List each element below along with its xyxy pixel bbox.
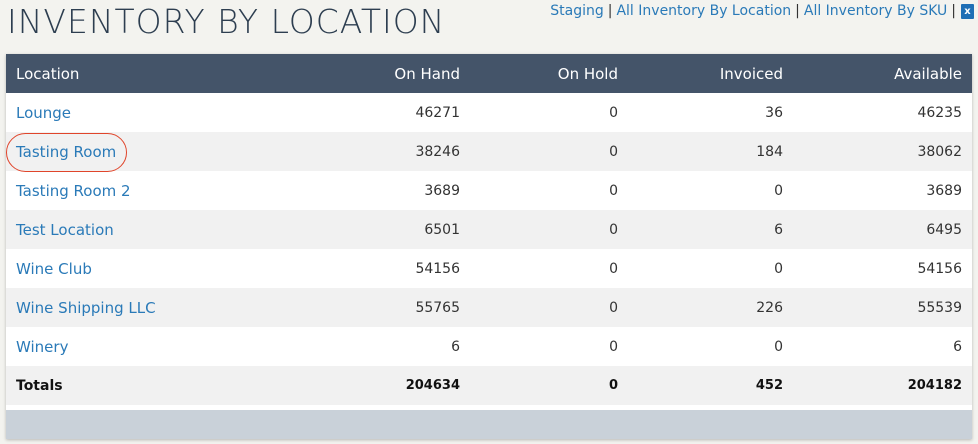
invoiced-cell: 6 bbox=[774, 221, 783, 238]
invoiced-cell: 226 bbox=[756, 299, 783, 316]
invoiced-cell: 184 bbox=[756, 143, 783, 160]
total-available: 204182 bbox=[907, 378, 962, 393]
link-separator: | bbox=[607, 3, 613, 19]
table-row: Tasting Room 2 3689 0 0 3689 bbox=[6, 171, 972, 210]
column-header-location[interactable]: Location bbox=[6, 54, 313, 93]
excel-export-icon[interactable]: x bbox=[961, 3, 974, 19]
on-hand-cell: 6501 bbox=[424, 221, 460, 238]
invoiced-cell: 36 bbox=[765, 104, 783, 121]
column-header-on-hold[interactable]: On Hold bbox=[470, 54, 628, 93]
inventory-table-panel: Location On Hand On Hold Invoiced Availa… bbox=[6, 54, 972, 439]
on-hold-cell: 0 bbox=[609, 143, 618, 160]
table-row: Winery 6 0 0 6 bbox=[6, 327, 972, 366]
top-links: Staging | All Inventory By Location | Al… bbox=[550, 1, 974, 21]
location-link-tasting-room[interactable]: Tasting Room bbox=[6, 132, 127, 172]
all-inventory-by-sku-link[interactable]: All Inventory By SKU bbox=[804, 1, 947, 21]
total-invoiced: 452 bbox=[755, 378, 783, 393]
available-cell: 6495 bbox=[926, 221, 962, 238]
table-row: Wine Club 54156 0 0 54156 bbox=[6, 249, 972, 288]
totals-row: Totals 204634 0 452 204182 bbox=[6, 366, 972, 405]
on-hand-cell: 6 bbox=[451, 338, 460, 355]
location-link-winery[interactable]: Winery bbox=[16, 338, 68, 356]
total-on-hand: 204634 bbox=[405, 378, 460, 393]
column-header-invoiced[interactable]: Invoiced bbox=[628, 54, 793, 93]
location-link-wine-shipping-llc[interactable]: Wine Shipping LLC bbox=[16, 299, 156, 317]
on-hold-cell: 0 bbox=[609, 221, 618, 238]
table-footer bbox=[6, 410, 972, 439]
available-cell: 38062 bbox=[917, 143, 962, 160]
available-cell: 55539 bbox=[917, 299, 962, 316]
available-cell: 54156 bbox=[917, 260, 962, 277]
total-on-hold: 0 bbox=[608, 378, 618, 393]
location-label: Tasting Room bbox=[16, 142, 117, 161]
table-header-row: Location On Hand On Hold Invoiced Availa… bbox=[6, 54, 972, 93]
link-separator: | bbox=[795, 3, 800, 19]
on-hand-cell: 38246 bbox=[415, 143, 460, 160]
available-cell: 46235 bbox=[917, 104, 962, 121]
on-hold-cell: 0 bbox=[609, 104, 618, 121]
table-row: Test Location 6501 0 6 6495 bbox=[6, 210, 972, 249]
totals-label: Totals bbox=[16, 377, 63, 394]
table-row: Wine Shipping LLC 55765 0 226 55539 bbox=[6, 288, 972, 327]
column-header-available[interactable]: Available bbox=[793, 54, 972, 93]
page-title: INVENTORY BY LOCATION bbox=[7, 2, 446, 41]
on-hand-cell: 55765 bbox=[415, 299, 460, 316]
on-hand-cell: 3689 bbox=[424, 182, 460, 199]
on-hold-cell: 0 bbox=[609, 260, 618, 277]
invoiced-cell: 0 bbox=[774, 182, 783, 199]
staging-link[interactable]: Staging bbox=[550, 1, 604, 21]
on-hold-cell: 0 bbox=[609, 299, 618, 316]
invoiced-cell: 0 bbox=[774, 338, 783, 355]
location-link-lounge[interactable]: Lounge bbox=[16, 104, 71, 122]
table-row: Tasting Room 38246 0 184 38062 bbox=[6, 132, 972, 172]
location-link-wine-club[interactable]: Wine Club bbox=[16, 260, 92, 278]
location-link-tasting-room-2[interactable]: Tasting Room 2 bbox=[16, 182, 131, 200]
on-hand-cell: 54156 bbox=[415, 260, 460, 277]
on-hand-cell: 46271 bbox=[415, 104, 460, 121]
on-hold-cell: 0 bbox=[609, 338, 618, 355]
on-hold-cell: 0 bbox=[609, 182, 618, 199]
all-inventory-by-location-link[interactable]: All Inventory By Location bbox=[616, 1, 791, 21]
column-header-on-hand[interactable]: On Hand bbox=[313, 54, 470, 93]
invoiced-cell: 0 bbox=[774, 260, 783, 277]
table-row: Lounge 46271 0 36 46235 bbox=[6, 93, 972, 132]
available-cell: 6 bbox=[953, 338, 962, 355]
inventory-table: Location On Hand On Hold Invoiced Availa… bbox=[6, 54, 972, 405]
location-link-test-location[interactable]: Test Location bbox=[16, 221, 114, 239]
link-separator: | bbox=[951, 3, 956, 19]
available-cell: 3689 bbox=[926, 182, 962, 199]
